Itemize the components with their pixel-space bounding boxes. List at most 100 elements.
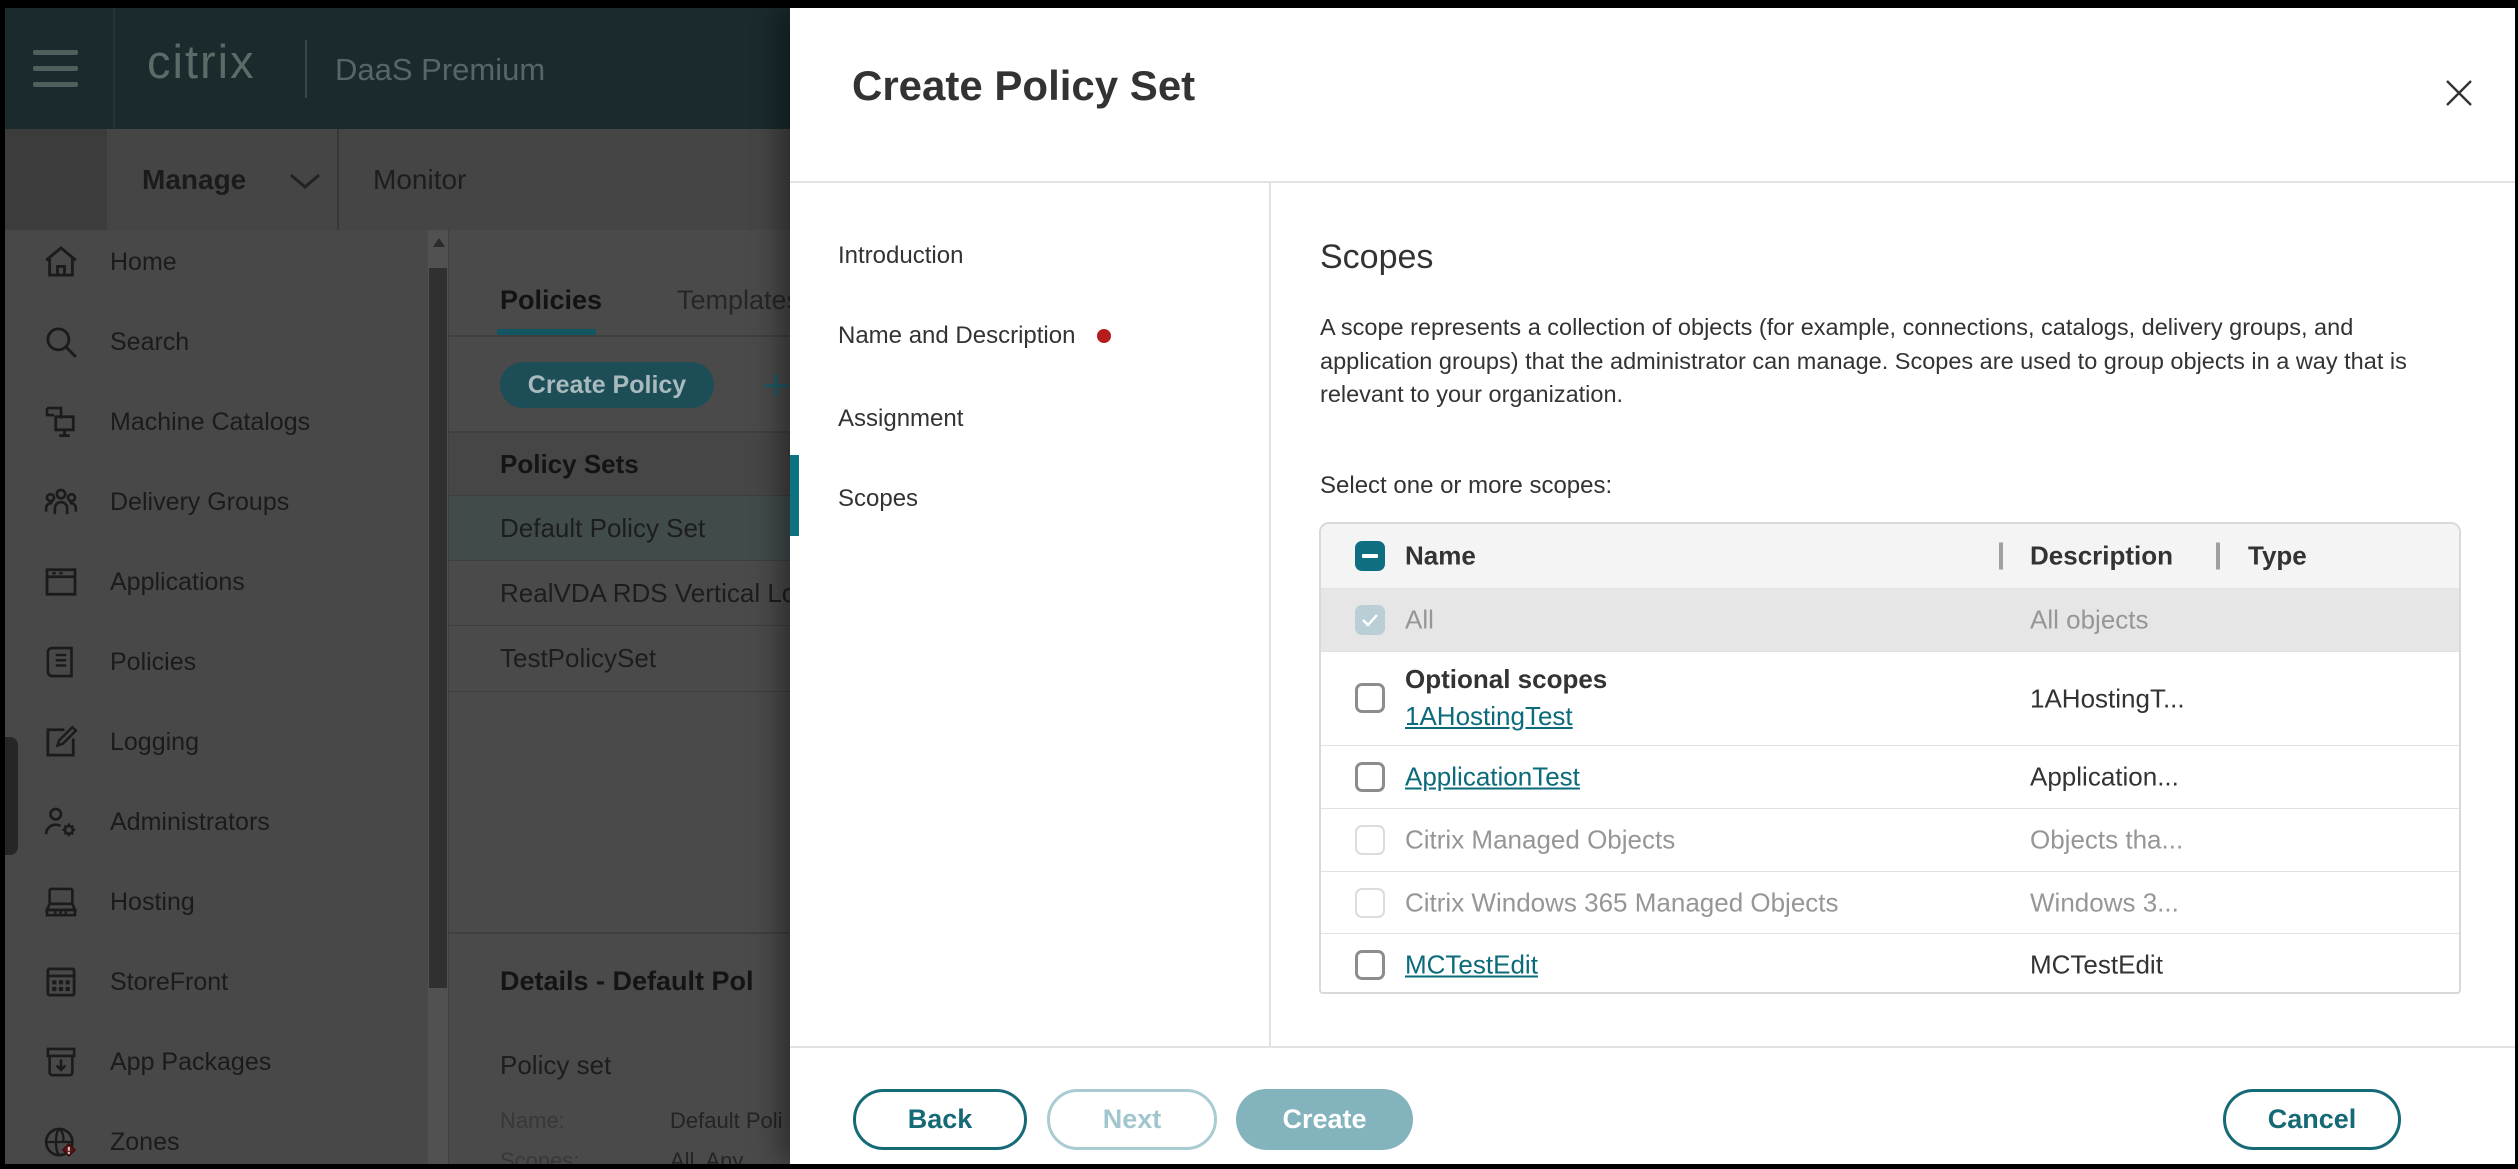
scope-link[interactable]: MCTestEdit <box>1405 949 1538 980</box>
checkbox-checked-disabled <box>1355 605 1385 635</box>
scope-description: Application... <box>2030 761 2179 792</box>
table-row: ApplicationTest Application... <box>1321 745 2459 808</box>
scope-group-label: Optional scopes <box>1405 664 1608 694</box>
table-row: All All objects <box>1321 588 2459 651</box>
sidebar-item-label: Machine Catalogs <box>110 407 311 436</box>
administrators-icon <box>44 807 76 837</box>
policies-icon <box>46 646 73 678</box>
wizard-step-introduction[interactable]: Introduction <box>838 242 963 270</box>
header-divider <box>113 8 115 129</box>
column-header-description[interactable]: Description <box>2030 541 2173 572</box>
toolbar-left-block <box>5 129 107 230</box>
policy-set-label: Default Policy Set <box>500 513 706 543</box>
checkbox[interactable] <box>1355 949 1385 980</box>
delivery-groups-icon <box>44 488 78 515</box>
scope-description: Windows 3... <box>2030 887 2179 917</box>
active-step-indicator <box>790 455 799 536</box>
scopes-description: A scope represents a collection of objec… <box>1320 314 2407 407</box>
create-button[interactable]: Create <box>1236 1089 1413 1150</box>
checkbox[interactable] <box>1355 762 1385 792</box>
table-row: Citrix Managed Objects Objects tha... <box>1321 808 2459 871</box>
citrix-logo: citrix <box>147 35 256 88</box>
sidebar-item-storefront[interactable]: StoreFront <box>5 942 428 1022</box>
machine-catalogs-icon <box>45 406 75 438</box>
sidebar-item-applications[interactable]: Applications <box>5 542 428 622</box>
column-resize-handle[interactable] <box>2216 542 2220 570</box>
scope-link[interactable]: ApplicationTest <box>1405 762 1580 793</box>
cancel-button[interactable]: Cancel <box>2223 1089 2401 1150</box>
scope-name: Citrix Windows 365 Managed Objects <box>1405 887 1839 917</box>
column-resize-handle[interactable] <box>1999 542 2003 570</box>
wizard-step-name-description[interactable]: Name and Description <box>838 322 1112 350</box>
wizard-step-label: Scopes <box>838 485 919 512</box>
back-button[interactable]: Back <box>853 1089 1027 1150</box>
sidebar-item-logging[interactable]: Logging <box>5 702 428 782</box>
app-packages-icon <box>46 1047 76 1077</box>
indeterminate-mark-icon <box>1362 554 1378 558</box>
window-frame-left <box>0 0 5 1169</box>
zones-warning-icon <box>44 1127 76 1157</box>
logo-separator <box>305 40 307 98</box>
details-name-value: Default Poli <box>670 1108 783 1133</box>
screen: citrix DaaS Premium Manage Monitor Home … <box>0 0 2518 1169</box>
tab-manage[interactable]: Manage <box>142 164 246 196</box>
logging-icon <box>46 725 78 757</box>
home-icon <box>45 246 77 277</box>
window-frame-top <box>0 0 2518 8</box>
close-icon <box>2446 80 2472 106</box>
sidebar-scrollbar-thumb[interactable] <box>429 268 447 988</box>
scope-description: Objects tha... <box>2030 824 2184 855</box>
column-header-type[interactable]: Type <box>2248 541 2307 572</box>
tab-templates[interactable]: Templates <box>677 285 800 316</box>
scrollbar-up-arrow[interactable] <box>433 238 445 247</box>
sidebar-item-app-packages[interactable]: App Packages <box>5 1022 428 1102</box>
create-policy-button[interactable]: Create Policy <box>500 362 714 408</box>
wizard-step-label: Name and Description <box>838 322 1076 349</box>
tab-policies[interactable]: Policies <box>500 285 602 316</box>
footer-divider <box>790 1046 2515 1048</box>
policy-sets-header: Policy Sets <box>449 433 790 495</box>
wizard-step-assignment[interactable]: Assignment <box>838 405 963 433</box>
table-row: Citrix Windows 365 Managed Objects Windo… <box>1321 871 2459 933</box>
chevron-down-icon[interactable] <box>288 172 322 190</box>
checkbox-disabled <box>1355 887 1385 918</box>
create-policy-label: Create Policy <box>527 370 687 399</box>
toolbar-separator <box>337 129 339 230</box>
sidebar-item-label: Delivery Groups <box>110 487 290 516</box>
close-button[interactable] <box>2436 70 2482 116</box>
scope-link[interactable]: 1AHostingTest <box>1405 701 1573 732</box>
add-icon[interactable]: + <box>763 358 790 412</box>
table-row: Optional scopes 1AHostingTest 1AHostingT… <box>1321 651 2459 745</box>
sidebar-item-label: Hosting <box>110 887 195 916</box>
sidebar-item-label: Zones <box>110 1127 180 1156</box>
scopes-heading: Scopes <box>1320 238 1434 276</box>
details-heading: Details - Default Pol <box>500 966 754 996</box>
column-header-name[interactable]: Name <box>1405 541 1476 572</box>
sidebar-item-label: Policies <box>110 647 197 676</box>
sidebar-item-zones[interactable]: Zones <box>5 1102 428 1169</box>
wizard-step-scopes[interactable]: Scopes <box>838 485 918 513</box>
sidebar-item-machine-catalogs[interactable]: Machine Catalogs <box>5 382 428 462</box>
sidebar-item-search[interactable]: Search <box>5 302 428 382</box>
table-row: MCTestEdit MCTestEdit <box>1321 933 2459 992</box>
select-all-checkbox[interactable] <box>1355 541 1385 571</box>
select-scopes-label: Select one or more scopes: <box>1320 472 1613 499</box>
sidebar-item-hosting[interactable]: Hosting <box>5 862 428 942</box>
sidebar-item-label: Logging <box>110 727 199 756</box>
sidebar-item-administrators[interactable]: Administrators <box>5 782 428 862</box>
sidebar-item-delivery-groups[interactable]: Delivery Groups <box>5 462 428 542</box>
table-header-row: Name Description Type <box>1321 524 2459 588</box>
search-icon <box>46 327 77 358</box>
checkbox-disabled <box>1355 825 1385 855</box>
sidebar-item-policies[interactable]: Policies <box>5 622 428 702</box>
wizard-step-label: Introduction <box>838 242 964 269</box>
wizard-divider <box>1269 183 1271 1047</box>
tab-monitor[interactable]: Monitor <box>373 164 466 196</box>
applications-icon <box>45 568 77 596</box>
next-button[interactable]: Next <box>1047 1089 1217 1150</box>
details-subheading: Policy set <box>500 1050 612 1080</box>
check-mark-icon <box>1362 614 1378 627</box>
checkbox[interactable] <box>1355 683 1385 713</box>
sidebar-item-home[interactable]: Home <box>5 222 428 302</box>
scope-description: 1AHostingT... <box>2030 683 2185 713</box>
